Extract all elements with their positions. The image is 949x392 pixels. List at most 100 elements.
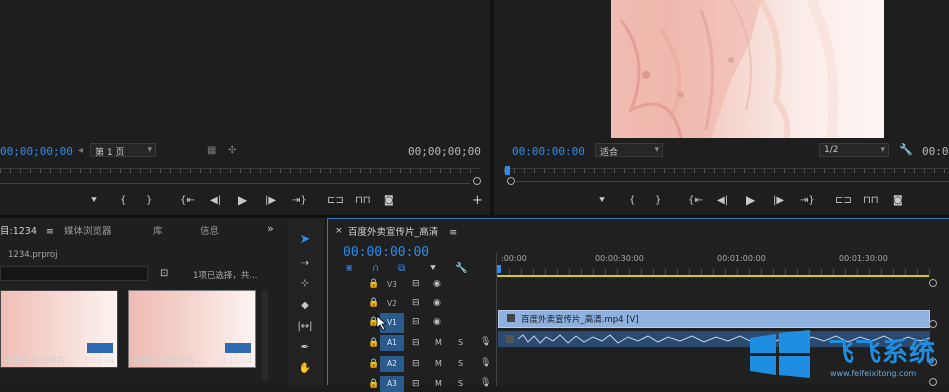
close-sequence-icon[interactable]: ×	[335, 226, 343, 236]
lock-icon[interactable]: 🔒	[368, 279, 379, 289]
track-label-v3[interactable]: V3	[380, 277, 404, 293]
sync-lock-icon[interactable]: ⊟	[412, 379, 420, 389]
sync-lock-icon[interactable]: ⊟	[412, 317, 420, 327]
project-panel: 目:1234 ≡ 媒体浏览器 库 信息 » 1234.prproj ⊡ 1项已选…	[0, 218, 285, 385]
linked-selection-icon[interactable]: ⧉	[398, 264, 405, 274]
program-go-to-in-icon[interactable]: {⇤	[688, 196, 703, 206]
add-button-icon[interactable]: +	[472, 194, 483, 207]
sync-lock-icon[interactable]: ⊟	[412, 338, 420, 348]
source-playhead-end[interactable]	[473, 177, 481, 185]
step-forward-icon[interactable]: |▶	[265, 196, 276, 206]
eye-icon[interactable]: ◉	[433, 317, 441, 327]
play-icon[interactable]: ▶	[238, 194, 247, 206]
add-marker-icon[interactable]: ⯆	[429, 264, 437, 274]
mark-out-icon[interactable]: }	[146, 196, 152, 206]
tab-menu-icon[interactable]: ≡	[46, 226, 54, 237]
eye-icon[interactable]: ◉	[433, 279, 441, 289]
mic-icon[interactable]: 🎙	[480, 337, 491, 347]
project-search-input[interactable]	[0, 266, 148, 281]
sync-lock-icon[interactable]: ⊟	[412, 298, 420, 308]
wrench-icon[interactable]: 🔧	[899, 144, 913, 155]
source-timecode-in[interactable]: 00;00;00;00	[0, 145, 73, 158]
program-scroll-track[interactable]	[516, 181, 949, 182]
timeline-settings-icon[interactable]: 🔧	[455, 264, 467, 274]
source-timecode-out: 00;00;00;00	[408, 145, 481, 158]
tab-library[interactable]: 库	[153, 223, 163, 237]
mic-icon[interactable]: 🎙	[480, 378, 491, 388]
hand-tool-icon[interactable]: ✋	[296, 364, 314, 374]
sequence-menu-icon[interactable]: ≡	[449, 227, 457, 238]
source-time-ruler[interactable]	[0, 168, 480, 180]
lock-icon[interactable]: 🔒	[368, 379, 379, 389]
program-playhead[interactable]	[505, 166, 510, 175]
track-label-a2[interactable]: A2	[380, 356, 404, 372]
mute-button[interactable]: M	[435, 379, 442, 388]
project-item-thumb[interactable]: 百度外卖宣传片... 3:13:24	[128, 290, 256, 368]
lock-icon[interactable]: 🔒	[368, 359, 379, 369]
sequence-tab[interactable]: 百度外卖宣传片_高清 ≡	[348, 224, 457, 238]
solo-button[interactable]: S	[458, 338, 463, 347]
export-frame-icon[interactable]: ◙	[384, 196, 394, 206]
timeline-timecode[interactable]: 00:00:00:00	[343, 245, 429, 260]
solo-button[interactable]: S	[458, 379, 463, 388]
mic-icon[interactable]: 🎙	[480, 358, 491, 368]
program-mark-out-icon[interactable]: }	[655, 196, 661, 206]
mute-button[interactable]: M	[435, 338, 442, 347]
program-marker-icon[interactable]: ⯆	[598, 196, 606, 206]
sync-lock-icon[interactable]: ⊟	[412, 359, 420, 369]
track-label-a3[interactable]: A3	[380, 376, 404, 392]
source-scroll-track[interactable]	[0, 183, 470, 184]
program-step-back-icon[interactable]: ◀|	[717, 196, 728, 206]
tab-media-browser[interactable]: 媒体浏览器	[64, 223, 112, 237]
video-badge-icon	[235, 343, 251, 353]
watermark-title: 飞飞系统	[828, 338, 937, 368]
pen-tool-icon[interactable]: ✒	[296, 343, 314, 353]
program-export-frame-icon[interactable]: ◙	[893, 196, 903, 206]
step-back-arrow-icon[interactable]: ◂	[78, 146, 83, 156]
program-play-icon[interactable]: ▶	[746, 194, 755, 206]
insert-icon[interactable]: ⊏⊐	[327, 196, 344, 206]
overwrite-icon[interactable]: ⊓⊓	[355, 196, 371, 206]
mark-in-icon[interactable]: {	[120, 196, 126, 206]
nest-icon[interactable]: ⋇	[345, 264, 353, 274]
expand-icon[interactable]: ✣	[228, 146, 236, 156]
lift-icon[interactable]: ⊏⊐	[835, 196, 852, 206]
project-tab[interactable]: 目:1234 ≡	[0, 223, 54, 237]
mute-button[interactable]: M	[435, 359, 442, 368]
timeline-playhead[interactable]	[497, 265, 501, 273]
solo-button[interactable]: S	[458, 359, 463, 368]
track-select-tool-icon[interactable]: ⇢	[296, 259, 314, 269]
lock-icon[interactable]: 🔒	[368, 338, 379, 348]
eye-icon[interactable]: ◉	[433, 298, 441, 308]
timeline-ruler[interactable]: :00:00 00:00:30:00 00:01:00:00 00:01:30:…	[496, 253, 936, 275]
program-mark-in-icon[interactable]: {	[629, 196, 635, 206]
project-item-thumb[interactable]: 百度外卖宣传片... 3:13:24	[0, 290, 118, 368]
step-back-icon[interactable]: ◀|	[210, 196, 221, 206]
quality-dropdown[interactable]: 1/2	[819, 143, 889, 157]
marker-icon[interactable]: ⯆	[90, 196, 98, 206]
new-bin-icon[interactable]: ⊡	[160, 269, 168, 279]
zoom-dropdown[interactable]: 适合	[595, 143, 663, 158]
selection-tool-icon[interactable]: ➤	[296, 233, 314, 251]
program-scroll-start[interactable]	[507, 177, 515, 185]
track-label-a1[interactable]: A1	[380, 335, 404, 351]
snap-magnet-icon[interactable]: ∩	[372, 264, 379, 274]
ripple-edit-tool-icon[interactable]: ⊹	[296, 279, 314, 289]
clip-settings-icon[interactable]: ▦	[207, 146, 216, 156]
program-step-forward-icon[interactable]: |▶	[773, 196, 784, 206]
sync-lock-icon[interactable]: ⊟	[412, 279, 420, 289]
program-time-ruler[interactable]	[504, 168, 949, 180]
razor-tool-icon[interactable]: ◆	[296, 301, 314, 311]
slip-tool-icon[interactable]: |↔|	[296, 322, 314, 332]
program-timecode[interactable]: 00:00:00:00	[512, 145, 585, 158]
go-to-out-icon[interactable]: ⇥}	[292, 196, 307, 206]
page-dropdown[interactable]: 第 1 页	[90, 143, 156, 158]
go-to-in-icon[interactable]: {⇤	[180, 196, 195, 206]
tab-info[interactable]: 信息	[200, 223, 219, 237]
extract-icon[interactable]: ⊓⊓	[863, 196, 879, 206]
program-go-to-out-icon[interactable]: ⇥}	[800, 196, 815, 206]
lock-icon[interactable]: 🔒	[368, 298, 379, 308]
track-label-v2[interactable]: V2	[380, 296, 404, 312]
project-scrollbar[interactable]	[262, 290, 268, 380]
more-panels-icon[interactable]: »	[267, 223, 274, 234]
